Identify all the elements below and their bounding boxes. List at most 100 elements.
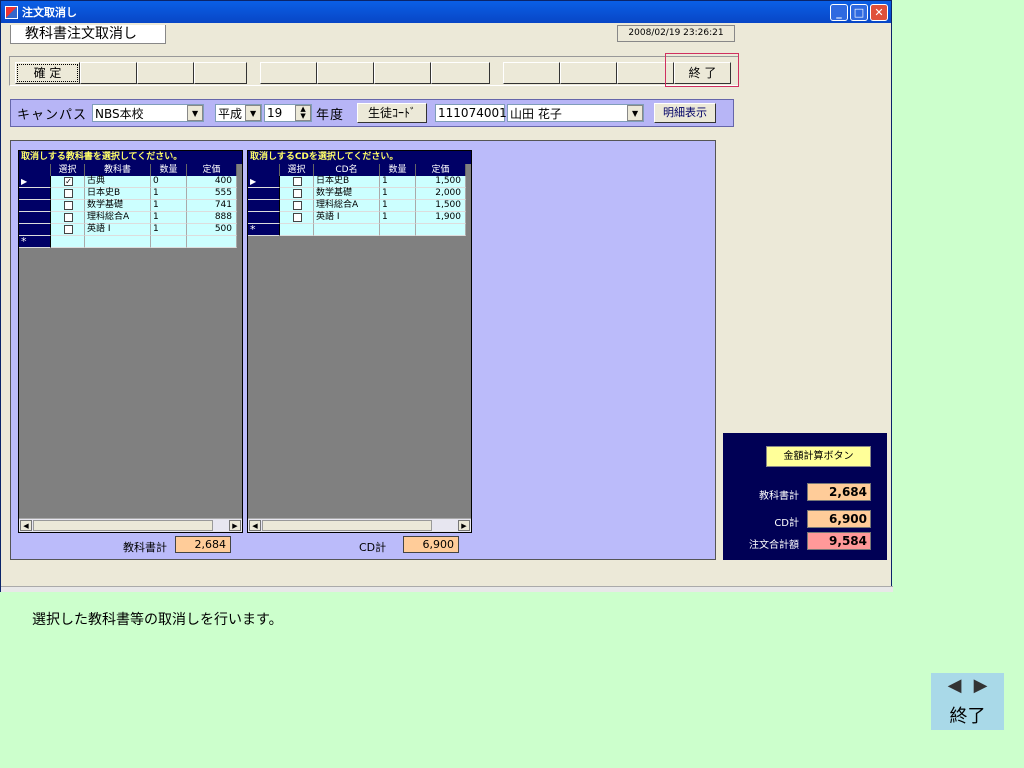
toolbar-blank-button-7[interactable] [374, 62, 431, 84]
scroll-left-icon[interactable]: ◀ [249, 520, 261, 531]
table-row[interactable]: 理科総合A 1 888 [19, 212, 242, 224]
select-checkbox-cell[interactable] [280, 176, 314, 188]
select-checkbox[interactable] [64, 213, 73, 222]
table-row[interactable]: 日本史B 1 555 [19, 188, 242, 200]
table-row[interactable]: ▶ ✓ 古典 0 400 [19, 176, 242, 188]
student-code-button[interactable]: 生徒ｺｰﾄﾞ [357, 103, 428, 123]
quantity-cell[interactable]: 1 [151, 212, 187, 224]
item-name-cell[interactable]: 日本史B [85, 188, 151, 200]
item-name-cell[interactable]: 古典 [85, 176, 151, 188]
next-arrow-icon[interactable]: ▶ [972, 676, 990, 696]
horizontal-scrollbar[interactable]: ◀ ▶ [248, 518, 471, 532]
toolbar-blank-button-10[interactable] [560, 62, 617, 84]
price-cell[interactable]: 1,900 [416, 212, 466, 224]
row-selector[interactable]: ▶ [19, 176, 51, 188]
select-checkbox-cell[interactable] [51, 200, 85, 212]
maximize-button[interactable]: □ [850, 4, 868, 21]
year-spinner[interactable]: 19 ▲ ▼ [264, 104, 313, 122]
item-name-cell[interactable]: 数学基礎 [314, 188, 380, 200]
scroll-left-icon[interactable]: ◀ [20, 520, 32, 531]
chevron-down-icon[interactable]: ▼ [187, 105, 204, 121]
price-cell[interactable]: 500 [187, 224, 237, 236]
era-select[interactable]: 平成 ▼ [215, 104, 263, 122]
select-checkbox[interactable]: ✓ [64, 177, 73, 186]
scroll-right-icon[interactable]: ▶ [229, 520, 241, 531]
column-header[interactable]: 定価 [416, 164, 466, 176]
item-name-cell[interactable]: 日本史B [314, 176, 380, 188]
row-selector[interactable] [248, 200, 280, 212]
scroll-right-icon[interactable]: ▶ [458, 520, 470, 531]
new-row[interactable]: * [248, 224, 471, 236]
column-header[interactable]: CD名 [314, 164, 380, 176]
select-checkbox-cell[interactable] [51, 188, 85, 200]
select-checkbox-cell[interactable] [280, 188, 314, 200]
chevron-down-icon[interactable]: ▼ [245, 105, 262, 121]
select-checkbox[interactable] [293, 177, 302, 186]
column-header[interactable]: 定価 [187, 164, 237, 176]
new-row[interactable]: * [19, 236, 242, 248]
item-name-cell[interactable]: 英語 I [85, 224, 151, 236]
select-checkbox-cell[interactable] [51, 212, 85, 224]
column-header[interactable]: 選択 [51, 164, 85, 176]
nav-exit-link[interactable]: 終了 [931, 702, 1004, 728]
column-header[interactable]: 教科書 [85, 164, 151, 176]
scrollbar-thumb[interactable] [33, 520, 213, 531]
item-name-cell[interactable]: 理科総合A [314, 200, 380, 212]
spinner-arrows-icon[interactable]: ▲ ▼ [295, 105, 312, 121]
table-row[interactable]: 数学基礎 1 741 [19, 200, 242, 212]
quantity-cell[interactable]: 1 [151, 200, 187, 212]
calculate-amount-button[interactable]: 金額計算ボタン [766, 446, 871, 467]
horizontal-scrollbar[interactable]: ◀ ▶ [19, 518, 242, 532]
select-checkbox[interactable] [293, 213, 302, 222]
confirm-button[interactable]: 確 定 [15, 62, 80, 84]
quantity-cell[interactable]: 1 [380, 200, 416, 212]
price-cell[interactable]: 741 [187, 200, 237, 212]
price-cell[interactable]: 1,500 [416, 200, 466, 212]
toolbar-blank-button-4[interactable] [194, 62, 247, 84]
quantity-cell[interactable]: 1 [380, 212, 416, 224]
chevron-down-icon[interactable]: ▼ [627, 105, 644, 121]
quantity-cell[interactable]: 1 [380, 188, 416, 200]
column-header[interactable]: 数量 [380, 164, 416, 176]
detail-view-button[interactable]: 明細表示 [654, 103, 717, 123]
table-row[interactable]: 数学基礎 1 2,000 [248, 188, 471, 200]
select-checkbox-cell[interactable] [280, 200, 314, 212]
student-code-field[interactable]: 111074001 [435, 104, 507, 122]
campus-select[interactable]: NBS本校 ▼ [92, 104, 205, 122]
toolbar-blank-button-9[interactable] [503, 62, 560, 84]
select-checkbox[interactable] [293, 201, 302, 210]
table-row[interactable]: 英語 I 1 1,900 [248, 212, 471, 224]
select-checkbox[interactable] [64, 201, 73, 210]
price-cell[interactable]: 2,000 [416, 188, 466, 200]
select-checkbox-cell[interactable] [280, 212, 314, 224]
column-header[interactable]: 数量 [151, 164, 187, 176]
toolbar-blank-button-5[interactable] [260, 62, 317, 84]
table-row[interactable]: ▶ 日本史B 1 1,500 [248, 176, 471, 188]
select-checkbox-cell[interactable] [51, 224, 85, 236]
toolbar-blank-button-2[interactable] [80, 62, 137, 84]
toolbar-blank-button-6[interactable] [317, 62, 374, 84]
quantity-cell[interactable]: 1 [380, 176, 416, 188]
toolbar-blank-button-3[interactable] [137, 62, 194, 84]
select-checkbox[interactable] [64, 225, 73, 234]
item-name-cell[interactable]: 数学基礎 [85, 200, 151, 212]
toolbar-blank-button-8[interactable] [431, 62, 490, 84]
select-checkbox[interactable] [64, 189, 73, 198]
scrollbar-thumb[interactable] [262, 520, 432, 531]
select-checkbox-cell[interactable]: ✓ [51, 176, 85, 188]
row-selector[interactable] [19, 200, 51, 212]
price-cell[interactable]: 400 [187, 176, 237, 188]
column-header[interactable]: 選択 [280, 164, 314, 176]
row-selector[interactable] [248, 188, 280, 200]
minimize-button[interactable]: _ [830, 4, 848, 21]
student-name-select[interactable]: 山田 花子 ▼ [507, 104, 645, 122]
quantity-cell[interactable]: 1 [151, 224, 187, 236]
quantity-cell[interactable]: 1 [151, 188, 187, 200]
prev-arrow-icon[interactable]: ◀ [946, 676, 964, 696]
price-cell[interactable]: 888 [187, 212, 237, 224]
item-name-cell[interactable]: 英語 I [314, 212, 380, 224]
select-checkbox[interactable] [293, 189, 302, 198]
row-selector[interactable] [19, 188, 51, 200]
row-selector[interactable] [19, 212, 51, 224]
close-button[interactable]: ✕ [870, 4, 888, 21]
